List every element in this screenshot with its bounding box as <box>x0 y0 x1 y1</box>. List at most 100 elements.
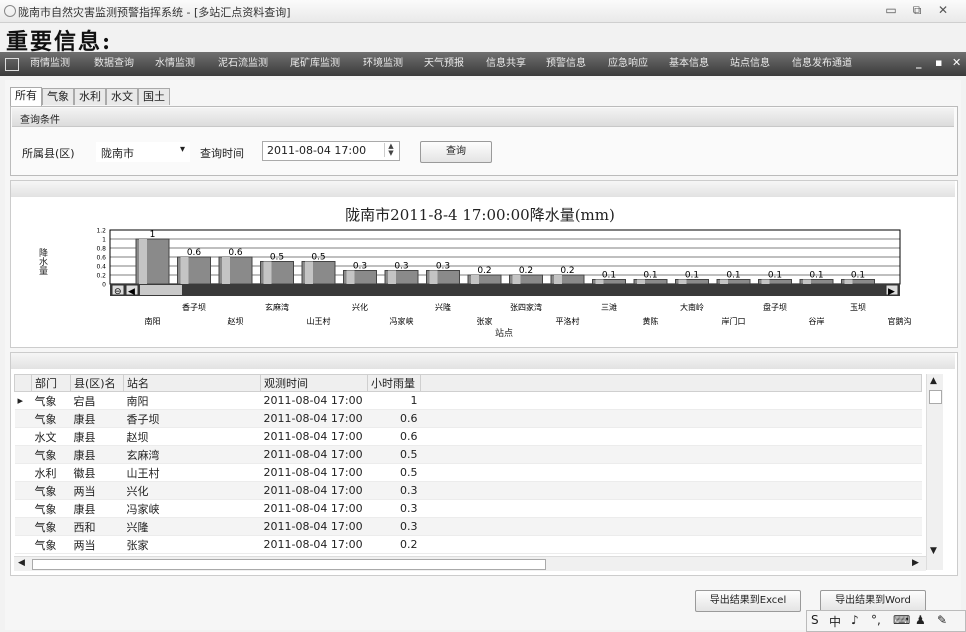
scroll-up-icon[interactable]: ▲ <box>930 376 937 386</box>
data-label: 0.1 <box>809 271 823 281</box>
cell-department: 气象 <box>31 409 71 428</box>
bar-highlight <box>139 239 147 284</box>
menu-environment[interactable]: 环境监测 <box>363 52 403 76</box>
vertical-scrollbar[interactable]: ▲ ▼ <box>926 374 943 570</box>
column-header-hourly-rain[interactable]: 小时雨量 <box>367 374 421 392</box>
chart-scroll-thumb[interactable] <box>140 285 182 295</box>
cell-observe-time: 2011-08-04 17:00 <box>260 481 368 500</box>
x-tick-label: 南阳 <box>145 316 161 326</box>
column-header-department[interactable]: 部门 <box>31 374 71 392</box>
column-header-county[interactable]: 县(区)名 <box>70 374 124 392</box>
query-group-title: 查询条件 <box>20 115 60 126</box>
chevron-down-icon[interactable]: ▾ <box>180 144 185 155</box>
ime-tools-icon[interactable]: ✎ <box>937 613 947 627</box>
menu-basic-info[interactable]: 基本信息 <box>669 52 709 76</box>
table-row[interactable]: 水文 康县 赵坝 2011-08-04 17:00 0.6 <box>14 427 922 446</box>
menu-weather-forecast[interactable]: 天气预报 <box>424 52 464 76</box>
menu-warning-info[interactable]: 预警信息 <box>546 52 586 76</box>
maximize-button[interactable]: ⧉ <box>908 2 926 18</box>
chart-scrollbar[interactable]: ⊖ ◀ ▶ <box>110 284 900 297</box>
cell-department: 水文 <box>31 427 71 446</box>
menu-debris-flow[interactable]: 泥石流监测 <box>218 52 268 76</box>
table-row[interactable]: 气象 康县 香子坝 2011-08-04 17:00 0.6 <box>14 409 922 428</box>
data-label: 0.1 <box>602 271 616 281</box>
table-row[interactable]: 气象 西和 兴隆 2011-08-04 17:00 0.3 <box>14 517 922 536</box>
mdi-restore-button[interactable]: ▪ <box>935 56 942 69</box>
export-excel-button[interactable]: 导出结果到Excel <box>695 590 801 612</box>
scroll-down-icon[interactable]: ▼ <box>930 546 937 556</box>
horizontal-scrollbar[interactable]: ◀ ▶ <box>14 556 926 571</box>
cell-county: 徽县 <box>70 463 124 482</box>
table-row[interactable]: 气象 两当 张家 2011-08-04 17:00 0.2 <box>14 535 922 554</box>
column-header-station[interactable]: 站名 <box>123 374 261 392</box>
vertical-scroll-thumb[interactable] <box>929 390 942 404</box>
chart-title: 陇南市2011-8-4 17:00:00降水量(mm) <box>345 206 615 224</box>
menu-water-monitor[interactable]: 水情监测 <box>155 52 195 76</box>
menu-publish-channel[interactable]: 信息发布通道 <box>792 52 852 76</box>
menu-info-share[interactable]: 信息共享 <box>486 52 526 76</box>
cell-station: 兴隆 <box>123 517 261 536</box>
cell-filler <box>420 499 922 518</box>
tab-hydrology[interactable]: 水文 <box>106 88 138 105</box>
spinner-icon[interactable]: ▲ ▼ <box>384 143 397 157</box>
tab-land[interactable]: 国土 <box>138 88 170 105</box>
export-word-button[interactable]: 导出结果到Word <box>820 590 926 612</box>
bar-highlight <box>512 275 521 284</box>
mdi-close-button[interactable]: ✕ <box>952 56 961 69</box>
close-button[interactable]: ✕ <box>934 2 952 18</box>
ime-halfwidth-icon[interactable]: ♪ <box>851 613 859 627</box>
chart-panel-header <box>11 181 955 197</box>
y-tick-label: 0.8 <box>96 246 106 253</box>
table-row[interactable]: 气象 两当 兴化 2011-08-04 17:00 0.3 <box>14 481 922 500</box>
x-tick-label: 山王村 <box>307 316 331 326</box>
county-select[interactable]: 陇南市 ▾ <box>96 142 190 162</box>
menu-station-info[interactable]: 站点信息 <box>730 52 770 76</box>
cell-county: 宕昌 <box>70 391 124 410</box>
menu-emergency[interactable]: 应急响应 <box>608 52 648 76</box>
tab-all[interactable]: 所有 <box>10 87 42 106</box>
data-label: 0.5 <box>270 253 284 263</box>
y-tick-label: 0.6 <box>96 255 106 262</box>
scroll-left-icon[interactable]: ◀ <box>18 558 25 568</box>
table-row[interactable]: ▸ 气象 宕昌 南阳 2011-08-04 17:00 1 <box>14 391 922 410</box>
cell-filler <box>420 535 922 554</box>
keyboard-icon[interactable]: ⌨ <box>893 613 910 627</box>
ime-chinese-mode[interactable]: 中 <box>829 613 841 630</box>
table-row[interactable]: 气象 康县 玄麻湾 2011-08-04 17:00 0.5 <box>14 445 922 464</box>
table-row[interactable]: 水利 徽县 山王村 2011-08-04 17:00 0.5 <box>14 463 922 482</box>
cell-station: 南阳 <box>123 391 261 410</box>
table-row[interactable]: 气象 康县 冯家峡 2011-08-04 17:00 0.3 <box>14 499 922 518</box>
tab-meteorology[interactable]: 气象 <box>42 88 74 105</box>
query-time-picker[interactable]: 2011-08-04 17:00 ▲ ▼ <box>262 141 400 161</box>
data-label: 0.2 <box>560 266 574 276</box>
row-indicator <box>14 463 32 482</box>
ime-punctuation-icon[interactable]: °, <box>871 613 881 627</box>
menu-data-query[interactable]: 数据查询 <box>94 52 134 76</box>
cell-observe-time: 2011-08-04 17:00 <box>260 427 368 446</box>
ime-logo-icon[interactable]: S <box>811 613 819 627</box>
zoom-reset-glyph: ⊖ <box>114 287 122 297</box>
menu-rain-monitor[interactable]: 雨情监测 <box>30 52 70 76</box>
data-label: 0.2 <box>519 266 533 276</box>
data-label: 0.6 <box>187 248 202 258</box>
title-bar: 陇南市自然灾害监测预警指挥系统 - [多站汇点资料查询] ▭ ⧉ ✕ <box>0 0 966 23</box>
cell-county: 两当 <box>70 535 124 554</box>
mdi-minimize-button[interactable]: _ <box>916 56 922 69</box>
menu-tailings[interactable]: 尾矿库监测 <box>290 52 340 76</box>
ime-skin-icon[interactable]: ♟ <box>915 613 926 627</box>
main-menu: 雨情监测 数据查询 水情监测 泥石流监测 尾矿库监测 环境监测 天气预报 信息共… <box>0 52 966 76</box>
column-header-observe-time[interactable]: 观测时间 <box>260 374 368 392</box>
cell-filler <box>420 463 922 482</box>
minimize-button[interactable]: ▭ <box>882 2 900 18</box>
x-tick-label: 冯家峡 <box>390 316 414 326</box>
data-label: 0.1 <box>685 271 699 281</box>
cell-department: 气象 <box>31 535 71 554</box>
scroll-right-icon[interactable]: ▶ <box>912 558 919 568</box>
horizontal-scroll-thumb[interactable] <box>32 559 546 570</box>
menu-icon[interactable] <box>5 58 19 71</box>
tab-water-conservancy[interactable]: 水利 <box>74 88 106 105</box>
query-button[interactable]: 查询 <box>420 141 492 163</box>
cell-county: 康县 <box>70 409 124 428</box>
table-header-row: 部门 县(区)名 站名 观测时间 小时雨量 <box>14 374 922 392</box>
scroll-right-glyph: ▶ <box>888 287 895 297</box>
